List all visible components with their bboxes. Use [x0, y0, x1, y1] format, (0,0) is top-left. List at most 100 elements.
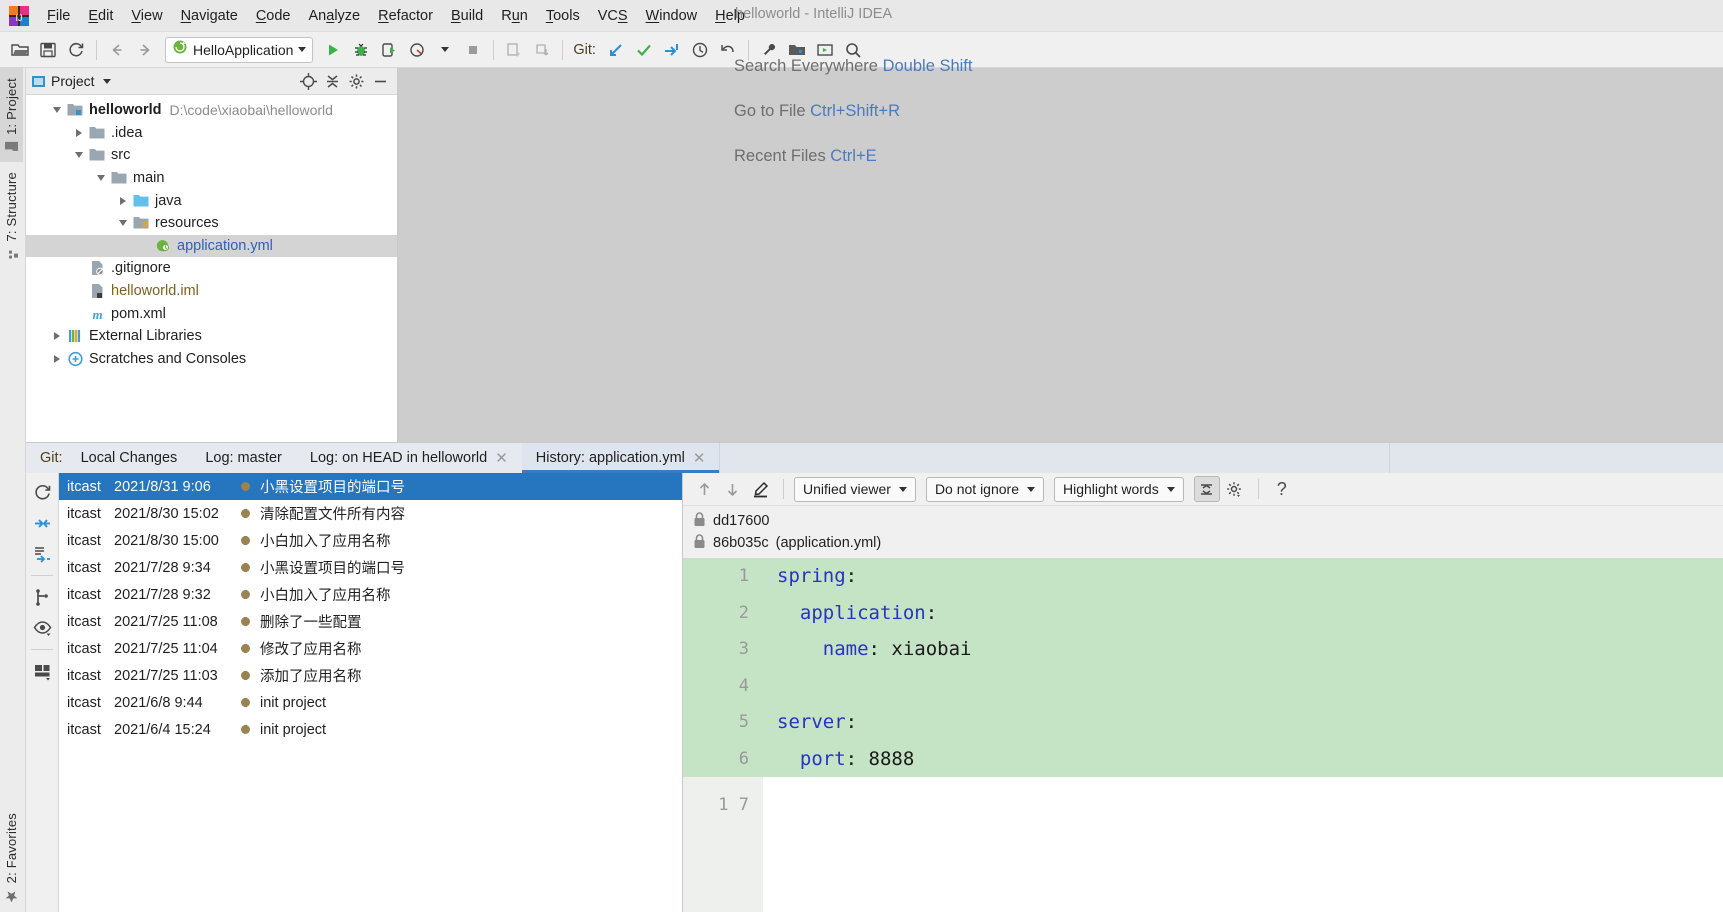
menu-file[interactable]: File [38, 3, 79, 29]
tree-node-helloworld-iml[interactable]: helloworld.iml [26, 280, 397, 303]
open-project-icon[interactable] [7, 37, 33, 63]
ignore-mode-dropdown[interactable]: Do not ignore [925, 476, 1044, 502]
run-icon[interactable] [320, 37, 346, 63]
commit-row[interactable]: itcast 2021/7/28 9:32 小白加入了应用名称 [59, 581, 682, 608]
sidebar-item-favorites[interactable]: 2: Favorites [0, 803, 23, 912]
tree-node-helloworld[interactable]: helloworld D:\code\xiaobai\helloworld [26, 99, 397, 122]
commit-row[interactable]: itcast 2021/8/31 9:06 小黑设置项目的端口号 [59, 473, 682, 500]
project-tree[interactable]: helloworld D:\code\xiaobai\helloworld .ide… [26, 95, 397, 442]
refresh-icon[interactable] [29, 479, 55, 505]
commit-row[interactable]: itcast 2021/8/30 15:02 清除配置文件所有内容 [59, 500, 682, 527]
menu-vcs[interactable]: VCS [589, 3, 637, 29]
save-all-icon[interactable] [35, 37, 61, 63]
menu-tools[interactable]: Tools [537, 3, 589, 29]
run-configuration-selector[interactable]: HelloApplication [165, 36, 314, 63]
tab-log-master[interactable]: Log: master [191, 443, 296, 473]
menu-code[interactable]: Code [247, 3, 300, 29]
tree-node-src[interactable]: src [26, 144, 397, 167]
chevron-down-icon[interactable] [92, 169, 110, 187]
git-push-icon[interactable] [659, 37, 685, 63]
git-tab-bar[interactable]: Git: Local Changes Log: master Log: on H… [26, 443, 1723, 473]
edit-source-icon[interactable] [747, 476, 773, 502]
tree-node--idea[interactable]: .idea [26, 122, 397, 145]
collapse-unchanged-icon[interactable] [1193, 476, 1220, 502]
sidebar-item-project[interactable]: 1: Project [0, 68, 23, 162]
tree-node--gitignore[interactable]: .gitignore [26, 257, 397, 280]
collapse-icon[interactable] [29, 510, 55, 536]
menu-edit[interactable]: Edit [79, 3, 122, 29]
code-line[interactable]: name: xiaobai [763, 631, 1723, 668]
debug-icon[interactable] [348, 37, 374, 63]
stop-icon[interactable] [460, 37, 486, 63]
menu-view[interactable]: View [122, 3, 171, 29]
main-menu-bar[interactable]: File Edit View Navigate Code Analyze Ref… [38, 0, 754, 31]
chevron-right-icon[interactable] [48, 350, 66, 368]
commit-row[interactable]: itcast 2021/7/25 11:08 删除了一些配置 [59, 608, 682, 635]
commit-row[interactable]: itcast 2021/7/28 9:34 小黑设置项目的端口号 [59, 554, 682, 581]
chevron-right-icon[interactable] [70, 124, 88, 142]
tree-node-application-yml[interactable]: application.yml [26, 234, 397, 258]
menu-build[interactable]: Build [442, 3, 492, 29]
code-line[interactable]: spring: [763, 558, 1723, 595]
commit-row[interactable]: itcast 2021/8/30 15:00 小白加入了应用名称 [59, 527, 682, 554]
hide-icon[interactable] [369, 70, 391, 92]
commit-row[interactable]: itcast 2021/6/4 15:24 init project [59, 716, 682, 743]
tree-node-external-libraries[interactable]: External Libraries [26, 325, 397, 348]
tree-node-java[interactable]: java [26, 189, 397, 212]
help-icon[interactable]: ? [1269, 476, 1295, 502]
menu-refactor[interactable]: Refactor [369, 3, 442, 29]
sync-icon[interactable] [63, 37, 89, 63]
commit-row[interactable]: itcast 2021/7/25 11:04 修改了应用名称 [59, 635, 682, 662]
tree-node-resources[interactable]: resources [26, 212, 397, 235]
menu-analyze[interactable]: Analyze [300, 3, 370, 29]
menu-window[interactable]: Window [637, 3, 707, 29]
diff-settings-gear-icon[interactable] [1222, 476, 1248, 502]
run-with-coverage-icon[interactable] [376, 37, 402, 63]
chevron-right-icon[interactable] [48, 327, 66, 345]
code-line[interactable]: port: 8888 [763, 740, 1723, 777]
chevron-down-icon[interactable] [298, 47, 307, 52]
close-icon[interactable]: ✕ [495, 451, 508, 466]
profile-dropdown-icon[interactable] [432, 37, 458, 63]
close-icon[interactable]: ✕ [693, 451, 706, 466]
code-line[interactable]: server: [763, 704, 1723, 741]
tab-local-changes[interactable]: Local Changes [67, 443, 192, 473]
highlight-mode-dropdown[interactable]: Highlight words [1054, 476, 1184, 502]
code-lines[interactable]: spring: application: name: xiaobai serve… [763, 558, 1723, 912]
commit-icon[interactable] [529, 37, 555, 63]
previous-difference-icon[interactable] [691, 476, 717, 502]
collapse-all-icon[interactable] [321, 70, 343, 92]
tab-history-application-yml[interactable]: History: application.yml ✕ [521, 443, 720, 473]
viewer-mode-dropdown[interactable]: Unified viewer [794, 476, 916, 502]
chevron-down-icon[interactable] [48, 101, 66, 119]
expand-all-icon[interactable] [29, 541, 55, 567]
eye-icon[interactable] [29, 615, 55, 641]
diff-code-area[interactable]: 1234561 7 spring: application: name: xia… [683, 558, 1723, 912]
tree-node-main[interactable]: main [26, 167, 397, 190]
menu-navigate[interactable]: Navigate [172, 3, 247, 29]
commit-row[interactable]: itcast 2021/7/25 11:03 添加了应用名称 [59, 662, 682, 689]
commit-row[interactable]: itcast 2021/6/8 9:44 init project [59, 689, 682, 716]
tab-log-on-head[interactable]: Log: on HEAD in helloworld ✕ [296, 443, 522, 473]
layout-icon[interactable] [29, 658, 55, 684]
code-line[interactable] [763, 667, 1723, 704]
sidebar-item-structure[interactable]: 7: Structure [0, 162, 23, 269]
gear-icon[interactable] [345, 70, 367, 92]
chevron-down-icon[interactable] [102, 78, 111, 84]
chevron-down-icon[interactable] [114, 214, 132, 232]
branch-icon[interactable] [29, 584, 55, 610]
tree-node-pom-xml[interactable]: m pom.xml [26, 302, 397, 325]
update-project-icon[interactable] [501, 37, 527, 63]
chevron-down-icon[interactable] [70, 146, 88, 164]
next-difference-icon[interactable] [719, 476, 745, 502]
locate-icon[interactable] [297, 70, 319, 92]
code-line[interactable]: application: [763, 594, 1723, 631]
profile-icon[interactable] [404, 37, 430, 63]
commit-list[interactable]: itcast 2021/8/31 9:06 小黑设置项目的端口号 itcast 2021… [59, 473, 683, 912]
forward-icon[interactable] [132, 37, 158, 63]
back-icon[interactable] [104, 37, 130, 63]
git-commit-check-icon[interactable] [631, 37, 657, 63]
git-history-icon[interactable] [687, 37, 713, 63]
menu-run[interactable]: Run [492, 3, 537, 29]
chevron-right-icon[interactable] [114, 192, 132, 210]
